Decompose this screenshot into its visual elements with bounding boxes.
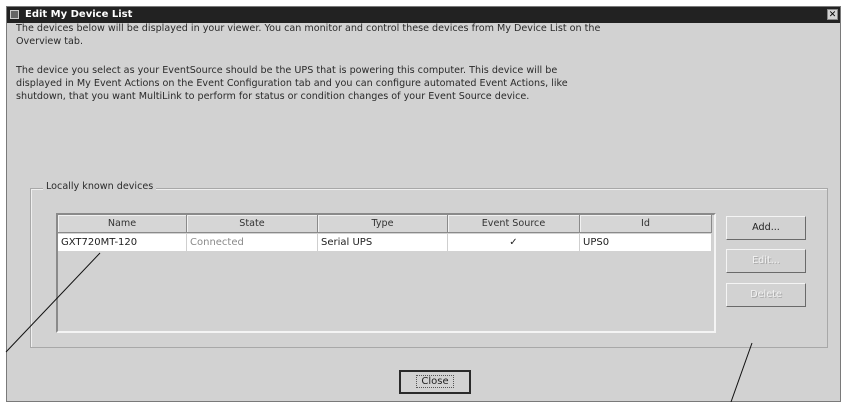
cell-name: GXT720MT-120 [58,234,187,251]
table-header: Name State Type Event Source Id [58,215,712,233]
edit-button[interactable]: Edit... [726,249,806,273]
close-window-icon[interactable]: ✕ [827,9,838,20]
column-header-type[interactable]: Type [318,215,448,233]
title-bar[interactable]: Edit My Device List ✕ [7,7,840,23]
close-button-label: Close [416,375,454,388]
intro-line: shutdown, that you want MultiLink to per… [16,91,530,102]
intro-paragraph-2: The device you select as your EventSourc… [16,64,816,103]
intro-line: displayed in My Event Actions on the Eve… [16,78,568,89]
column-header-event-source[interactable]: Event Source [448,215,580,233]
group-label: Locally known devices [43,181,157,192]
intro-line: Overview tab. [16,36,83,47]
add-button[interactable]: Add... [726,216,806,240]
column-header-id[interactable]: Id [580,215,712,233]
column-header-name[interactable]: Name [58,215,187,233]
intro-line: The devices below will be displayed in y… [16,23,601,34]
cell-type: Serial UPS [318,234,448,251]
window-title: Edit My Device List [25,9,133,20]
intro-paragraph-1: The devices below will be displayed in y… [16,22,816,48]
checkmark-icon[interactable]: ✓ [448,234,580,251]
cell-id: UPS0 [580,234,712,251]
table-row[interactable]: GXT720MT-120 Connected Serial UPS ✓ UPS0 [58,234,712,251]
app-window-icon [10,10,19,19]
intro-line: The device you select as your EventSourc… [16,65,558,76]
cell-state: Connected [187,234,318,251]
delete-button[interactable]: Delete [726,283,806,307]
devices-table[interactable]: Name State Type Event Source Id GXT720MT… [56,213,716,333]
close-button[interactable]: Close [399,370,471,394]
column-header-state[interactable]: State [187,215,318,233]
